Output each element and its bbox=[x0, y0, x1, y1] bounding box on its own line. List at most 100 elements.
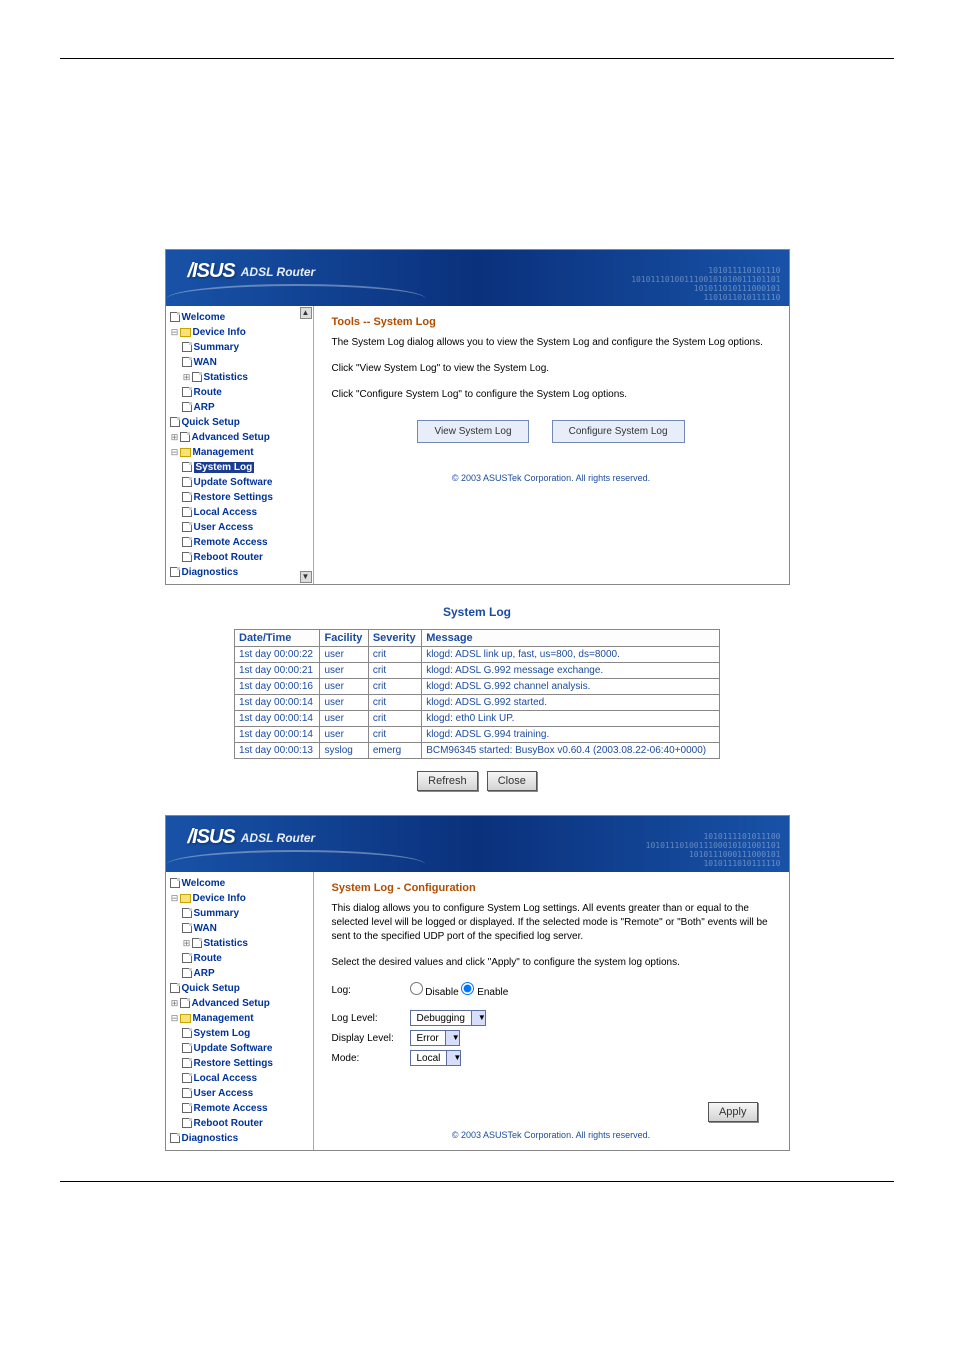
logo-subtitle-2: ADSL Router bbox=[241, 831, 315, 845]
nav-arp[interactable]: ARP bbox=[194, 402, 215, 413]
intro-text-1: The System Log dialog allows you to view… bbox=[332, 336, 771, 350]
cell-dt: 1st day 00:00:14 bbox=[235, 711, 320, 727]
cell-dt: 1st day 00:00:13 bbox=[235, 743, 320, 759]
main-content: Tools -- System Log The System Log dialo… bbox=[314, 306, 789, 584]
asus-logo: /ISUS bbox=[188, 260, 235, 283]
nav2-wan[interactable]: WAN bbox=[194, 923, 217, 934]
nav2-advanced-setup[interactable]: Advanced Setup bbox=[192, 998, 270, 1009]
main-content-2: System Log - Configuration This dialog a… bbox=[314, 872, 789, 1150]
nav2-diagnostics[interactable]: Diagnostics bbox=[182, 1133, 239, 1144]
mode-select[interactable]: Local▼ bbox=[410, 1050, 462, 1066]
nav-local-access[interactable]: Local Access bbox=[194, 507, 258, 518]
router-panel-syslog-tools: /ISUS ADSL Router 1010111101011101010111… bbox=[165, 249, 790, 585]
nav-quick-setup[interactable]: Quick Setup bbox=[182, 417, 240, 428]
copyright-text-2: © 2003 ASUSTek Corporation. All rights r… bbox=[332, 1130, 771, 1140]
cell-sev: crit bbox=[368, 647, 421, 663]
chevron-down-icon: ▼ bbox=[445, 1031, 459, 1045]
nav2-restore-settings[interactable]: Restore Settings bbox=[194, 1058, 273, 1069]
page-title: Tools -- System Log bbox=[332, 316, 771, 328]
nav2-statistics[interactable]: Statistics bbox=[204, 938, 248, 949]
log-level-select[interactable]: Debugging▼ bbox=[410, 1010, 486, 1026]
page-top-rule bbox=[60, 58, 894, 59]
config-text-1: This dialog allows you to configure Syst… bbox=[332, 902, 771, 944]
cell-sev: crit bbox=[368, 711, 421, 727]
system-log-window: System Log Date/Time Facility Severity M… bbox=[234, 599, 720, 791]
config-page-title: System Log - Configuration bbox=[332, 882, 771, 894]
cell-sev: crit bbox=[368, 695, 421, 711]
logo-subtitle: ADSL Router bbox=[241, 265, 315, 279]
nav-statistics[interactable]: Statistics bbox=[204, 372, 248, 383]
cell-dt: 1st day 00:00:16 bbox=[235, 679, 320, 695]
header-binary-decor: 1010111101011101010111010011100101010011… bbox=[631, 266, 780, 302]
view-system-log-button[interactable]: View System Log bbox=[417, 420, 528, 443]
cell-fac: user bbox=[320, 647, 368, 663]
nav2-update-software[interactable]: Update Software bbox=[194, 1043, 273, 1054]
nav2-management[interactable]: Management bbox=[193, 1013, 254, 1024]
nav2-reboot-router[interactable]: Reboot Router bbox=[194, 1118, 263, 1129]
nav-wan[interactable]: WAN bbox=[194, 357, 217, 368]
cell-fac: user bbox=[320, 695, 368, 711]
cell-sev: crit bbox=[368, 679, 421, 695]
router-header: /ISUS ADSL Router 1010111101011101010111… bbox=[166, 250, 789, 306]
system-log-title: System Log bbox=[234, 599, 720, 629]
asus-logo-2: /ISUS bbox=[188, 826, 235, 849]
router-panel-syslog-config: /ISUS ADSL Router 1010111101011100101011… bbox=[165, 815, 790, 1151]
nav-remote-access[interactable]: Remote Access bbox=[194, 537, 268, 548]
nav-update-software[interactable]: Update Software bbox=[194, 477, 273, 488]
copyright-text: © 2003 ASUSTek Corporation. All rights r… bbox=[332, 473, 771, 483]
col-datetime: Date/Time bbox=[235, 630, 320, 647]
refresh-button[interactable]: Refresh bbox=[417, 771, 478, 791]
table-row: 1st day 00:00:21usercritklogd: ADSL G.99… bbox=[235, 663, 720, 679]
cell-msg: klogd: ADSL link up, fast, us=800, ds=80… bbox=[422, 647, 720, 663]
nav-management[interactable]: Management bbox=[193, 447, 254, 458]
nav-system-log[interactable]: System Log bbox=[194, 462, 255, 473]
nav-advanced-setup[interactable]: Advanced Setup bbox=[192, 432, 270, 443]
close-button[interactable]: Close bbox=[487, 771, 537, 791]
cell-fac: user bbox=[320, 663, 368, 679]
nav2-arp[interactable]: ARP bbox=[194, 968, 215, 979]
intro-text-3: Click "Configure System Log" to configur… bbox=[332, 388, 771, 402]
nav2-summary[interactable]: Summary bbox=[194, 908, 240, 919]
log-label: Log: bbox=[332, 985, 410, 996]
nav2-route[interactable]: Route bbox=[194, 953, 222, 964]
display-level-select[interactable]: Error▼ bbox=[410, 1030, 460, 1046]
apply-button[interactable]: Apply bbox=[708, 1102, 758, 1122]
nav2-user-access[interactable]: User Access bbox=[194, 1088, 254, 1099]
configure-system-log-button[interactable]: Configure System Log bbox=[552, 420, 685, 443]
chevron-down-icon: ▼ bbox=[446, 1051, 460, 1065]
cell-fac: user bbox=[320, 727, 368, 743]
nav-tree: ▲ Welcome ⊟Device Info Summary WAN ⊞Stat… bbox=[166, 306, 314, 584]
log-disable-radio[interactable]: Disable bbox=[410, 982, 459, 998]
table-row: 1st day 00:00:14usercritklogd: ADSL G.99… bbox=[235, 695, 720, 711]
col-severity: Severity bbox=[368, 630, 421, 647]
nav-user-access[interactable]: User Access bbox=[194, 522, 254, 533]
cell-msg: klogd: ADSL G.994 training. bbox=[422, 727, 720, 743]
table-row: 1st day 00:00:14usercritklogd: ADSL G.99… bbox=[235, 727, 720, 743]
scrollbar-down-icon[interactable]: ▼ bbox=[300, 571, 312, 583]
display-level-label: Display Level: bbox=[332, 1033, 410, 1044]
col-message: Message bbox=[422, 630, 720, 647]
nav-route[interactable]: Route bbox=[194, 387, 222, 398]
nav2-system-log[interactable]: System Log bbox=[194, 1028, 251, 1039]
nav-summary[interactable]: Summary bbox=[194, 342, 240, 353]
cell-sev: crit bbox=[368, 727, 421, 743]
nav2-quick-setup[interactable]: Quick Setup bbox=[182, 983, 240, 994]
config-text-2: Select the desired values and click "App… bbox=[332, 956, 771, 970]
nav2-remote-access[interactable]: Remote Access bbox=[194, 1103, 268, 1114]
log-enable-radio[interactable]: Enable bbox=[461, 982, 508, 998]
nav-reboot-router[interactable]: Reboot Router bbox=[194, 552, 263, 563]
cell-dt: 1st day 00:00:14 bbox=[235, 727, 320, 743]
nav2-local-access[interactable]: Local Access bbox=[194, 1073, 258, 1084]
router-header-2: /ISUS ADSL Router 1010111101011100101011… bbox=[166, 816, 789, 872]
col-facility: Facility bbox=[320, 630, 368, 647]
nav2-welcome[interactable]: Welcome bbox=[182, 878, 226, 889]
table-row: 1st day 00:00:22usercritklogd: ADSL link… bbox=[235, 647, 720, 663]
nav-welcome[interactable]: Welcome bbox=[182, 312, 226, 323]
chevron-down-icon: ▼ bbox=[471, 1011, 485, 1025]
scrollbar-up-icon[interactable]: ▲ bbox=[300, 307, 312, 319]
nav2-device-info[interactable]: Device Info bbox=[193, 893, 246, 904]
nav-restore-settings[interactable]: Restore Settings bbox=[194, 492, 273, 503]
nav-device-info[interactable]: Device Info bbox=[193, 327, 246, 338]
mode-label: Mode: bbox=[332, 1053, 410, 1064]
nav-diagnostics[interactable]: Diagnostics bbox=[182, 567, 239, 578]
